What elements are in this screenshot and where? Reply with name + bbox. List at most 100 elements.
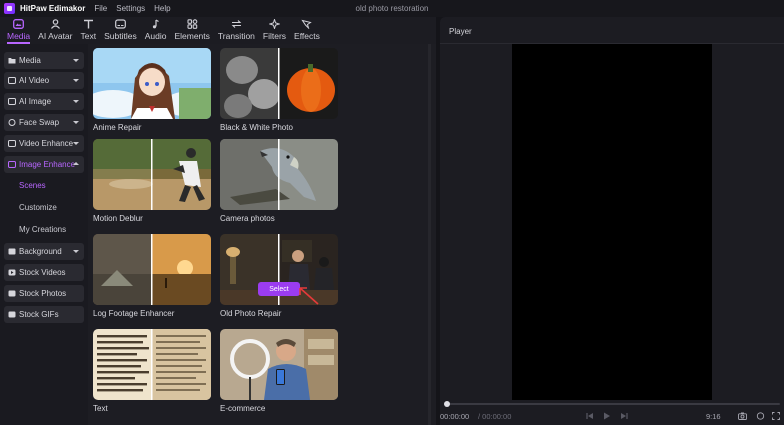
tab-transition[interactable]: Transition xyxy=(214,17,259,44)
video-enhance-icon xyxy=(8,140,16,147)
sidebar-item-ai-video[interactable]: AI Video xyxy=(4,72,84,89)
sidebar-item-video-enhance[interactable]: Video Enhance xyxy=(4,135,84,152)
scene-label: Anime Repair xyxy=(93,123,142,132)
sidebar-item-media[interactable]: Media xyxy=(4,52,84,69)
time-current: 00:00:00 xyxy=(440,412,470,421)
tab-media[interactable]: Media xyxy=(3,17,34,44)
tab-elements[interactable]: Elements xyxy=(170,17,213,44)
transition-icon xyxy=(230,18,242,29)
scene-thumbnail xyxy=(93,234,211,305)
sidebar-item-label: Background xyxy=(19,247,62,256)
tab-text[interactable]: Text xyxy=(77,17,101,44)
scene-label: Black & White Photo xyxy=(220,123,293,132)
text-icon xyxy=(82,18,94,29)
zoom-icon[interactable] xyxy=(756,411,765,420)
ai-image-icon xyxy=(8,98,16,105)
audio-icon xyxy=(150,18,162,29)
chevron-down-icon xyxy=(73,59,79,62)
scene-thumbnail xyxy=(220,139,338,210)
video-preview[interactable] xyxy=(512,44,712,400)
title-bar: HitPaw Edimakor File Settings Help old p… xyxy=(0,0,784,17)
sidebar-item-stock-photos[interactable]: Stock Photos xyxy=(4,285,84,302)
tab-label: Media xyxy=(7,31,31,41)
scene-thumbnail xyxy=(220,329,338,400)
app-logo-icon xyxy=(4,3,15,14)
tab-label: Text xyxy=(80,31,97,41)
scenes-grid: Anime Repair Black & White Photo Motion … xyxy=(88,44,436,425)
scene-card-log-footage-enhancer[interactable]: Log Footage Enhancer xyxy=(93,234,211,318)
chevron-up-icon xyxy=(73,162,79,165)
filters-icon xyxy=(268,18,280,29)
sidebar-item-face-swap[interactable]: Face Swap xyxy=(4,114,84,131)
sidebar-subitem-scenes[interactable]: Scenes xyxy=(19,181,46,190)
stock-videos-icon xyxy=(8,269,16,276)
sidebar-subitem-my-creations[interactable]: My Creations xyxy=(19,225,66,234)
scene-label: Text xyxy=(93,404,108,413)
next-frame-icon[interactable] xyxy=(620,411,628,420)
sidebar-item-label: Media xyxy=(19,56,41,65)
ai-video-icon xyxy=(8,77,16,84)
scene-label: Old Photo Repair xyxy=(220,309,282,318)
menu-settings[interactable]: Settings xyxy=(116,4,145,13)
tab-subtitles[interactable]: Subtitles xyxy=(100,17,141,44)
camera-snapshot-icon[interactable] xyxy=(738,411,747,420)
time-total: / 00:00:00 xyxy=(478,412,512,421)
scene-card-motion-deblur[interactable]: Motion Deblur xyxy=(93,139,211,223)
tab-effects[interactable]: Effects xyxy=(290,17,324,44)
sidebar-item-image-enhance[interactable]: Image Enhance xyxy=(4,156,84,173)
scene-thumbnail xyxy=(93,139,211,210)
scene-thumbnail xyxy=(93,329,211,400)
media-icon xyxy=(13,18,25,29)
pointer-arrow-icon xyxy=(299,287,319,305)
sidebar-item-label: Stock Photos xyxy=(19,289,67,298)
scene-card-black-white-photo[interactable]: Black & White Photo xyxy=(220,48,338,132)
sidebar-item-ai-image[interactable]: AI Image xyxy=(4,93,84,110)
folder-icon xyxy=(8,57,16,64)
play-icon[interactable] xyxy=(603,411,611,420)
tab-audio[interactable]: Audio xyxy=(141,17,171,44)
scene-label: Motion Deblur xyxy=(93,214,143,223)
sidebar-item-label: Stock Videos xyxy=(19,268,66,277)
image-enhance-icon xyxy=(8,161,16,168)
stock-gifs-icon xyxy=(8,311,16,318)
chevron-down-icon xyxy=(73,142,79,145)
aspect-ratio-label[interactable]: 9:16 xyxy=(706,412,721,421)
tab-ai-avatar[interactable]: AI Avatar xyxy=(34,17,76,44)
scene-card-text[interactable]: Text xyxy=(93,329,211,413)
fullscreen-icon[interactable] xyxy=(772,411,780,420)
chevron-down-icon xyxy=(73,79,79,82)
playhead-handle[interactable] xyxy=(444,401,450,407)
sidebar-item-stock-gifs[interactable]: Stock GIFs xyxy=(4,306,84,323)
player-panel: Player 00:00:00 / 00:00:00 9:16 xyxy=(440,17,784,425)
sidebar-item-label: Stock GIFs xyxy=(19,310,59,319)
top-tab-bar: Media AI Avatar Text Subtitles Audio Ele… xyxy=(0,17,436,44)
stock-photos-icon xyxy=(8,290,16,297)
select-button[interactable]: Select xyxy=(258,282,300,296)
scenes-scrollbar[interactable] xyxy=(428,44,431,425)
sidebar-item-stock-videos[interactable]: Stock Videos xyxy=(4,264,84,281)
chevron-down-icon xyxy=(73,250,79,253)
menu-help[interactable]: Help xyxy=(154,4,170,13)
sidebar-item-label: Face Swap xyxy=(19,118,60,127)
app-name: HitPaw Edimakor xyxy=(20,4,86,13)
sidebar-subitem-customize[interactable]: Customize xyxy=(19,203,57,212)
scene-label: E-commerce xyxy=(220,404,266,413)
sidebar-item-background[interactable]: Background xyxy=(4,243,84,260)
scene-thumbnail xyxy=(93,48,211,119)
tab-label: Elements xyxy=(174,31,210,41)
face-swap-icon xyxy=(8,119,16,126)
tab-label: Effects xyxy=(294,31,320,41)
tab-label: Subtitles xyxy=(104,31,137,41)
previous-frame-icon[interactable] xyxy=(586,411,594,420)
tab-filters[interactable]: Filters xyxy=(259,17,290,44)
scene-card-e-commerce[interactable]: E-commerce xyxy=(220,329,338,413)
tab-label: Transition xyxy=(217,31,255,41)
avatar-icon xyxy=(49,18,61,29)
scene-card-anime-repair[interactable]: Anime Repair xyxy=(93,48,211,132)
scene-card-camera-photos[interactable]: Camera photos xyxy=(220,139,338,223)
playback-progress-bar[interactable] xyxy=(446,403,780,405)
sidebar-item-label: Video Enhance xyxy=(19,139,74,148)
scene-label: Camera photos xyxy=(220,214,275,223)
menu-file[interactable]: File xyxy=(94,4,107,13)
scene-label: Log Footage Enhancer xyxy=(93,309,175,318)
